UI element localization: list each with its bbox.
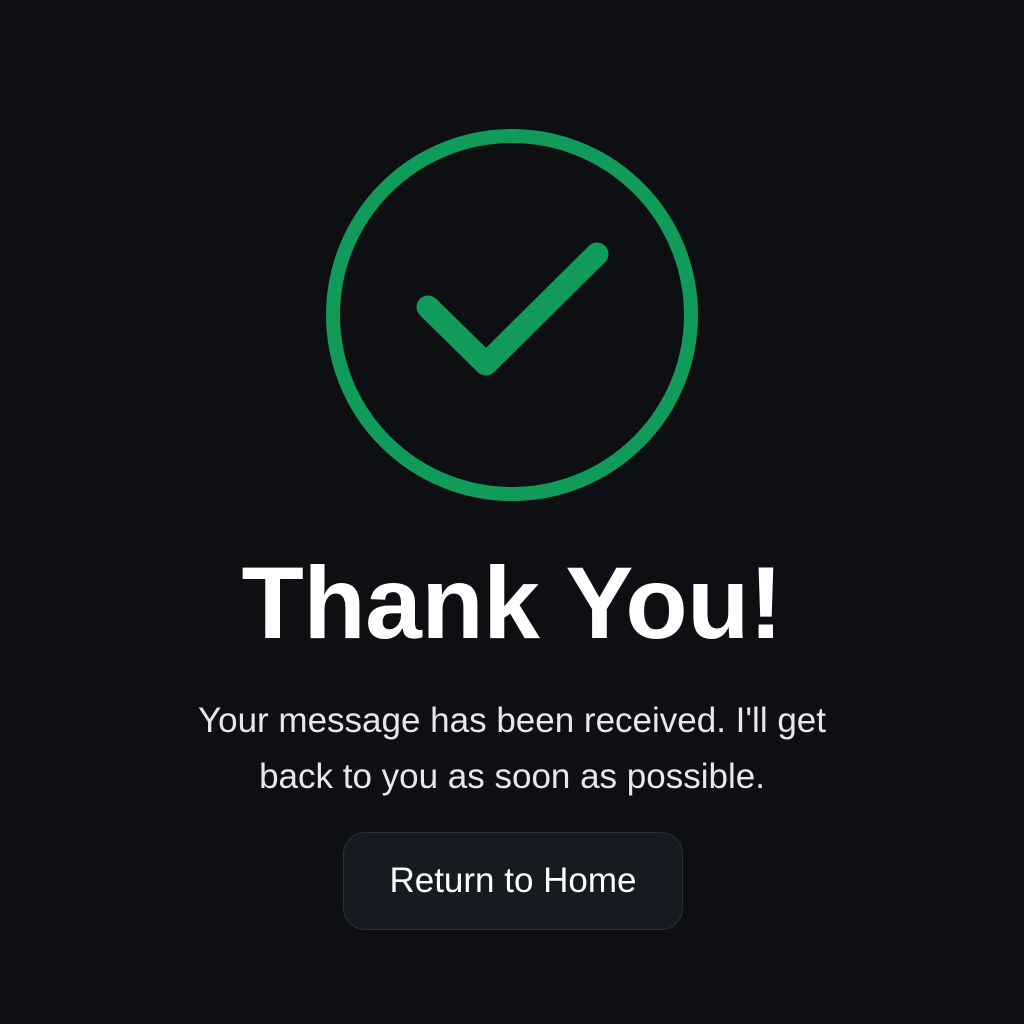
confirmation-page: Thank You! Your message has been receive… <box>0 0 1024 1024</box>
return-home-button[interactable]: Return to Home <box>343 832 683 930</box>
confirmation-message: Your message has been received. I'll get… <box>197 701 826 796</box>
page-title: Thank You! <box>241 546 783 660</box>
check-circle-icon <box>321 126 703 508</box>
